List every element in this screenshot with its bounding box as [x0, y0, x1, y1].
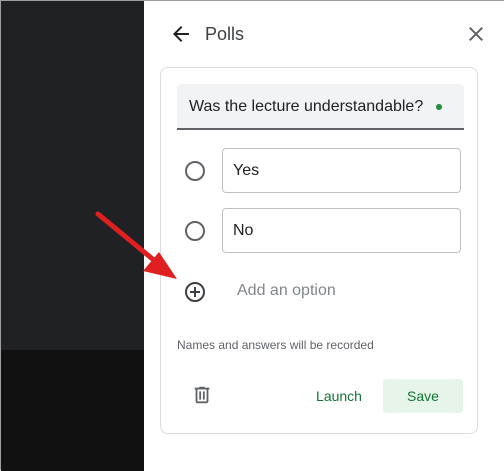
question-text: Was the lecture understandable?	[189, 98, 424, 115]
status-dot	[436, 104, 442, 110]
option-text-2: No	[233, 222, 254, 239]
add-option-link[interactable]: Add an option	[237, 282, 336, 300]
trash-icon[interactable]	[191, 384, 213, 406]
poll-card: Was the lecture understandable? Yes No A…	[160, 67, 478, 434]
polls-panel: Polls Was the lecture understandable? Ye…	[144, 1, 504, 471]
background-bottom-bar	[1, 350, 144, 471]
background-video-area	[1, 1, 144, 350]
save-button[interactable]: Save	[383, 379, 463, 413]
add-circle-icon[interactable]	[184, 281, 206, 303]
option-field-2[interactable]: No	[222, 208, 461, 253]
panel-title: Polls	[205, 24, 245, 44]
recording-note: Names and answers will be recorded	[177, 338, 374, 352]
option-field-1[interactable]: Yes	[222, 148, 461, 193]
question-input[interactable]: Was the lecture understandable?	[177, 84, 464, 130]
radio-option-1[interactable]	[185, 161, 205, 181]
option-text-1: Yes	[233, 162, 260, 179]
arrow-back-icon[interactable]	[169, 22, 193, 46]
close-icon[interactable]	[464, 22, 488, 46]
launch-button[interactable]: Launch	[304, 379, 374, 413]
radio-option-2[interactable]	[185, 221, 205, 241]
